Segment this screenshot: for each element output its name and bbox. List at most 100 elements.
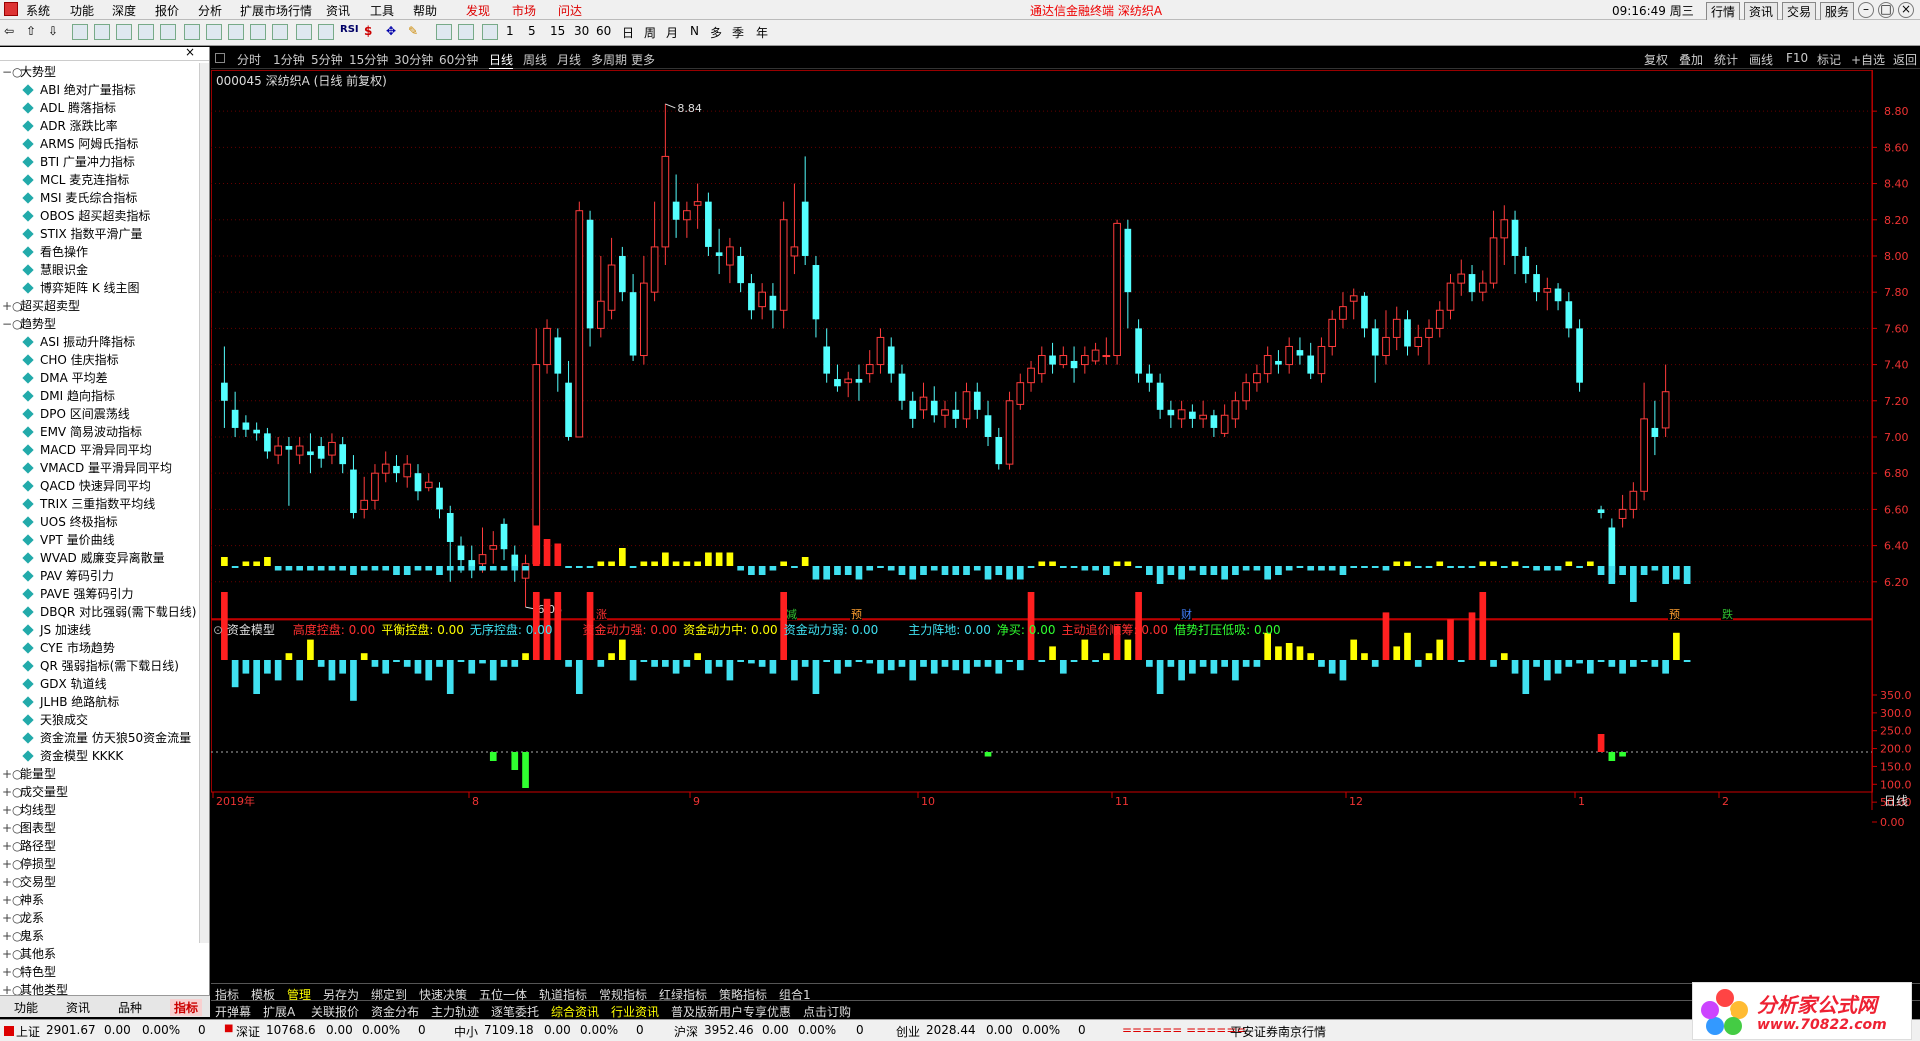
bottom-tab[interactable]: 普及版新用户专享优惠 bbox=[671, 1003, 791, 1020]
hs-index-name[interactable]: 沪深 bbox=[674, 1023, 698, 1040]
expand-icon[interactable]: +○ bbox=[2, 873, 23, 891]
expand-icon[interactable]: +○ bbox=[2, 837, 23, 855]
period-multi[interactable]: 多 bbox=[710, 24, 722, 42]
period-5[interactable]: 5 bbox=[528, 24, 536, 42]
tool-stats[interactable]: 统计 bbox=[1714, 51, 1738, 68]
menu-item-analysis[interactable]: 分析 bbox=[198, 2, 222, 19]
period-tab-month[interactable]: 月线 bbox=[557, 51, 581, 68]
period-tab-week[interactable]: 周线 bbox=[523, 51, 547, 68]
tree-item[interactable]: JS 加速线 bbox=[0, 621, 200, 639]
tool-return[interactable]: 返回 bbox=[1893, 51, 1917, 68]
tree-item[interactable]: MCL 麦克连指标 bbox=[0, 171, 200, 189]
tree-item[interactable]: UOS 终极指标 bbox=[0, 513, 200, 531]
tree-item[interactable]: CYE 市场趋势 bbox=[0, 639, 200, 657]
indicator-collapse-icon[interactable]: ⊙ bbox=[213, 623, 223, 637]
bottom-tab[interactable]: 扩展A bbox=[263, 1003, 295, 1020]
tool-icon-5[interactable] bbox=[160, 24, 176, 42]
menu-item-news[interactable]: 资讯 bbox=[326, 2, 350, 19]
tree-item[interactable]: 资金流量 仿天狼50资金流量 bbox=[0, 729, 200, 747]
tool-icon-8[interactable] bbox=[228, 24, 244, 42]
tree-group[interactable]: −○趋势型 bbox=[0, 315, 200, 333]
collapse-icon[interactable]: −○ bbox=[2, 63, 23, 81]
tree-item[interactable]: ADR 涨跌比率 bbox=[0, 117, 200, 135]
period-tab-more[interactable]: 更多 bbox=[631, 51, 655, 68]
tree-item[interactable]: OBOS 超买超卖指标 bbox=[0, 207, 200, 225]
period-1[interactable]: 1 bbox=[506, 24, 514, 42]
tool-fuquan[interactable]: 复权 bbox=[1644, 51, 1668, 68]
bottom-tab[interactable]: 逐笔委托 bbox=[491, 1003, 539, 1020]
tree-group[interactable]: +○能量型 bbox=[0, 765, 200, 783]
menu-item-discover[interactable]: 发现 bbox=[466, 2, 490, 19]
tree-item[interactable]: EMV 简易波动指标 bbox=[0, 423, 200, 441]
sidebar-tab-news[interactable]: 资讯 bbox=[66, 999, 90, 1016]
tree-item[interactable]: WVAD 威廉变异离散量 bbox=[0, 549, 200, 567]
period-month[interactable]: 月 bbox=[666, 24, 678, 42]
period-tab-15min[interactable]: 15分钟 bbox=[349, 51, 388, 68]
tool-icon-6[interactable] bbox=[184, 24, 200, 42]
refresh-icon[interactable] bbox=[458, 24, 474, 42]
tree-item[interactable]: 看色操作 bbox=[0, 243, 200, 261]
tool-f10[interactable]: F10 bbox=[1786, 51, 1808, 65]
sidebar-tab-function[interactable]: 功能 bbox=[14, 999, 38, 1016]
tree-group[interactable]: +○鬼系 bbox=[0, 927, 200, 945]
period-tab-multi[interactable]: 多周期 bbox=[591, 51, 627, 68]
zx-index-name[interactable]: 中小 bbox=[454, 1023, 478, 1040]
expand-icon[interactable]: +○ bbox=[2, 891, 23, 909]
tree-item[interactable]: 天狼成交 bbox=[0, 711, 200, 729]
tree-item[interactable]: ASI 振动升降指标 bbox=[0, 333, 200, 351]
menu-item-quote[interactable]: 报价 bbox=[155, 2, 179, 19]
maximize-icon[interactable]: □ bbox=[1878, 2, 1894, 18]
period-tab-5min[interactable]: 5分钟 bbox=[311, 51, 343, 68]
app-logo-icon[interactable] bbox=[4, 2, 18, 16]
tree-item[interactable]: BTI 广量冲力指标 bbox=[0, 153, 200, 171]
period-day[interactable]: 日 bbox=[622, 24, 634, 42]
tree-group[interactable]: +○均线型 bbox=[0, 801, 200, 819]
period-tab-60min[interactable]: 60分钟 bbox=[439, 51, 478, 68]
expand-icon[interactable]: +○ bbox=[2, 765, 23, 783]
period-tab-30min[interactable]: 30分钟 bbox=[394, 51, 433, 68]
tool-icon-4[interactable] bbox=[138, 24, 154, 42]
bottom-tab[interactable]: 关联报价 bbox=[311, 1003, 359, 1020]
expand-icon[interactable]: +○ bbox=[2, 819, 23, 837]
tool-icon-12[interactable] bbox=[318, 24, 334, 42]
tool-icon-1[interactable] bbox=[72, 24, 88, 42]
f5-icon[interactable] bbox=[436, 24, 452, 42]
tree-item[interactable]: 资金模型 KKKK bbox=[0, 747, 200, 765]
menu-item-depth[interactable]: 深度 bbox=[112, 2, 136, 19]
tree-item[interactable]: STIX 指数平滑广量 bbox=[0, 225, 200, 243]
tree-item[interactable]: VMACD 量平滑异同平均 bbox=[0, 459, 200, 477]
menu-item-ext-market[interactable]: 扩展市场行情 bbox=[240, 2, 312, 19]
expand-icon[interactable]: +○ bbox=[2, 927, 23, 945]
tree-item[interactable]: DMA 平均差 bbox=[0, 369, 200, 387]
expand-icon[interactable]: +○ bbox=[2, 855, 23, 873]
tree-group[interactable]: −○大势型 bbox=[0, 63, 200, 81]
tree-item[interactable]: TRIX 三重指数平均线 bbox=[0, 495, 200, 513]
tree-item[interactable]: ARMS 阿姆氏指标 bbox=[0, 135, 200, 153]
tree-item[interactable]: GDX 轨道线 bbox=[0, 675, 200, 693]
sidebar-scrollbar[interactable] bbox=[199, 63, 209, 943]
sz-index-name[interactable]: 深证 bbox=[236, 1023, 260, 1040]
tool-icon-7[interactable] bbox=[206, 24, 222, 42]
bottom-tab[interactable]: 点击订购 bbox=[803, 1003, 851, 1020]
cy-index-name[interactable]: 创业 bbox=[896, 1023, 920, 1040]
tree-group[interactable]: +○龙系 bbox=[0, 909, 200, 927]
period-tab-intraday[interactable]: 分时 bbox=[237, 51, 261, 68]
expand-icon[interactable]: +○ bbox=[2, 963, 23, 981]
panel-toggle-icon[interactable] bbox=[215, 53, 225, 63]
server-name[interactable]: 平安证券南京行情 bbox=[1230, 1023, 1326, 1040]
tool-icon-13[interactable] bbox=[482, 24, 498, 42]
tree-group[interactable]: +○成交量型 bbox=[0, 783, 200, 801]
header-service-button[interactable]: 服务 bbox=[1820, 2, 1855, 21]
expand-icon[interactable]: +○ bbox=[2, 297, 23, 315]
expand-icon[interactable]: +○ bbox=[2, 801, 23, 819]
tree-group[interactable]: +○其他系 bbox=[0, 945, 200, 963]
bottom-tab[interactable]: 主力轨迹 bbox=[431, 1003, 479, 1020]
tool-icon-10[interactable] bbox=[272, 24, 288, 42]
menu-item-function[interactable]: 功能 bbox=[70, 2, 94, 19]
back-arrow-icon[interactable]: ⇦ bbox=[4, 24, 14, 42]
tool-icon-11[interactable] bbox=[296, 24, 312, 42]
bottom-tab[interactable]: 资金分布 bbox=[371, 1003, 419, 1020]
expand-icon[interactable]: +○ bbox=[2, 909, 23, 927]
close-icon[interactable]: × bbox=[1898, 2, 1914, 18]
tree-item[interactable]: CHO 佳庆指标 bbox=[0, 351, 200, 369]
